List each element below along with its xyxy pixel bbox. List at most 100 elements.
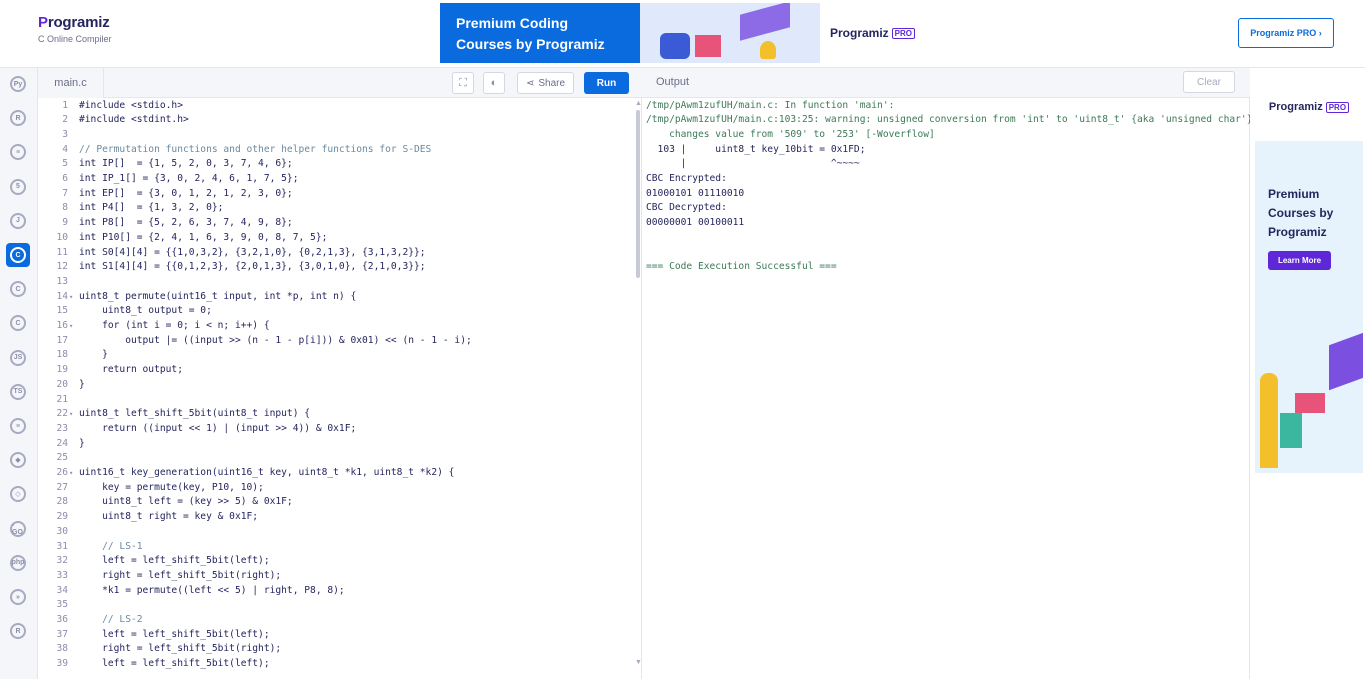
line-number: 1 <box>62 99 68 111</box>
code-line[interactable]: 19 return output; <box>38 363 633 378</box>
rust-icon[interactable]: R <box>6 619 30 643</box>
line-number: 28 <box>56 496 68 508</box>
scroll-up-icon[interactable]: ▲ <box>635 100 641 107</box>
code-line[interactable]: 11 int S0[4][4] = {{1,0,3,2}, {3,2,1,0}, … <box>38 246 633 261</box>
share-button[interactable]: ⋖ Share <box>517 72 574 94</box>
output-line: 00000001 00100011 <box>646 217 745 229</box>
typescript-icon[interactable]: TS <box>6 380 30 404</box>
top-bar: Programiz C Online Compiler Premium Codi… <box>0 0 1365 68</box>
code-line[interactable]: 15 uint8_t output = 0; <box>38 304 633 319</box>
code-line[interactable]: 22▾ uint8_t left_shift_5bit(uint8_t input… <box>38 407 633 422</box>
code-line[interactable]: 2 #include <stdint.h> <box>38 113 633 128</box>
r-icon[interactable]: R <box>6 106 30 130</box>
code-line[interactable]: 39 left = left_shift_5bit(left); <box>38 657 633 672</box>
code-line[interactable]: 17 output |= ((input >> (n - 1 - p[i])) … <box>38 334 633 349</box>
line-number: 17 <box>56 334 68 346</box>
run-button[interactable]: Run <box>584 72 629 94</box>
code-line[interactable]: 26▾ uint16_t key_generation(uint16_t key,… <box>38 466 633 481</box>
code-line[interactable]: 32 left = left_shift_5bit(left); <box>38 554 633 569</box>
scroll-down-icon[interactable]: ▼ <box>635 659 641 666</box>
code-line[interactable]: 30 <box>38 525 633 540</box>
sql-icon[interactable]: ≡ <box>6 140 30 164</box>
learn-more-button[interactable]: Learn More <box>1268 251 1331 270</box>
code-editor[interactable]: ▲ ▼ 1 #include <stdio.h> 2 #include <stdint… <box>38 98 642 679</box>
programiz-pro-button[interactable]: Programiz PRO › <box>1238 18 1334 48</box>
fold-icon[interactable]: ▾ <box>68 466 79 481</box>
code-line[interactable]: 21 <box>38 393 633 408</box>
html-icon[interactable]: 5 <box>6 175 30 199</box>
code-line[interactable]: 34 *k1 = permute((left << 5) | right, P8… <box>38 584 633 599</box>
fold-icon[interactable]: ▾ <box>68 407 79 422</box>
cpp-icon[interactable]: C <box>6 277 30 301</box>
fold-icon[interactable]: ▾ <box>68 290 79 305</box>
code-line[interactable]: 5 int IP[] = {1, 5, 2, 0, 3, 7, 4, 6}; <box>38 157 633 172</box>
line-number: 26 <box>56 467 68 478</box>
c-icon[interactable]: C <box>6 243 30 267</box>
php-icon[interactable]: php <box>6 551 30 575</box>
promo-banner[interactable]: Premium Coding Courses by Programiz Prog… <box>440 3 925 63</box>
go-icon[interactable]: -GO <box>6 517 30 541</box>
code-line[interactable]: 20} <box>38 378 633 393</box>
csharp2-icon[interactable]: ◇ <box>6 482 30 506</box>
code-line[interactable]: 18 } <box>38 348 633 363</box>
clear-button[interactable]: Clear <box>1183 71 1235 93</box>
code-line[interactable]: 12 int S1[4][4] = {{0,1,2,3}, {2,0,1,3}, … <box>38 260 633 275</box>
line-number: 35 <box>56 599 68 611</box>
code-text: right = left_shift_5bit(right); <box>79 569 282 581</box>
line-number: 23 <box>56 422 68 434</box>
code-line[interactable]: 6 int IP_1[] = {3, 0, 2, 4, 6, 1, 7, 5}; <box>38 172 633 187</box>
line-number: 37 <box>56 628 68 640</box>
code-line[interactable]: 7 int EP[] = {3, 0, 1, 2, 1, 2, 3, 0}; <box>38 187 633 202</box>
language-glyph: JS <box>10 349 26 366</box>
fullscreen-icon[interactable]: ⛶ <box>452 72 474 94</box>
code-line[interactable]: 8 int P4[] = {1, 3, 2, 0}; <box>38 201 633 216</box>
line-number: 34 <box>56 584 68 596</box>
code-line[interactable]: 38 right = left_shift_5bit(right); <box>38 642 633 657</box>
programiz-logo[interactable]: Programiz C Online Compiler <box>38 14 112 44</box>
code-line[interactable]: 23 return ((input << 1) | (input >> 4)) … <box>38 422 633 437</box>
code-line[interactable]: 33 right = left_shift_5bit(right); <box>38 569 633 584</box>
tab-main-c[interactable]: main.c <box>38 68 104 98</box>
code-line[interactable]: 28 uint8_t left = (key >> 5) & 0x1F; <box>38 495 633 510</box>
code-line[interactable]: 31 // LS-1 <box>38 540 633 555</box>
python-icon[interactable]: Py <box>6 72 30 96</box>
code-line[interactable]: 1 #include <stdio.h> <box>38 99 633 114</box>
code-line[interactable]: 36 // LS-2 <box>38 613 633 628</box>
code-line[interactable]: 25 <box>38 451 633 466</box>
line-number: 11 <box>56 246 68 258</box>
java-icon[interactable]: J <box>6 209 30 233</box>
banner-text: Premium Coding Courses by Programiz <box>456 15 605 52</box>
code-line[interactable]: 16▾ for (int i = 0; i < n; i++) { <box>38 319 633 334</box>
language-glyph: 5 <box>10 178 26 195</box>
language-glyph: R <box>10 623 26 640</box>
code-text: int S0[4][4] = {{1,0,3,2}, {3,2,1,0}, {0… <box>79 246 426 258</box>
fold-icon[interactable]: ▾ <box>68 319 79 334</box>
code-line[interactable]: 29 uint8_t right = key & 0x1F; <box>38 510 633 525</box>
language-glyph: R <box>10 110 26 127</box>
code-line[interactable]: 4 // Permutation functions and other help… <box>38 143 633 158</box>
dark-mode-icon[interactable]: ◐ <box>483 72 505 94</box>
code-line[interactable]: 13 <box>38 275 633 290</box>
right-ad[interactable]: Programiz PRO Premium Courses by Programi… <box>1250 68 1365 679</box>
code-line[interactable]: 14▾ uint8_t permute(uint16_t input, int *… <box>38 290 633 305</box>
code-text: } <box>79 437 85 449</box>
code-line[interactable]: 10 int P10[] = {2, 4, 1, 6, 3, 9, 0, 8, 7… <box>38 231 633 246</box>
code-line[interactable]: 3 <box>38 128 633 143</box>
csharp-icon[interactable]: C <box>6 311 30 335</box>
line-number: 24 <box>56 437 68 449</box>
code-line[interactable]: 24} <box>38 437 633 452</box>
ruby-icon[interactable]: ◆ <box>6 448 30 472</box>
output-line: changes value from '509' to '253' [-Wove… <box>646 128 935 140</box>
kotlin-icon[interactable]: ≡ <box>6 414 30 438</box>
ad-card[interactable]: Programiz PRO Premium Courses by Programi… <box>1255 73 1363 473</box>
ad-illustration <box>1329 330 1363 391</box>
code-line[interactable]: 35 <box>38 598 633 613</box>
code-line[interactable]: 9 int P8[] = {5, 2, 6, 3, 7, 4, 9, 8}; <box>38 216 633 231</box>
code-line[interactable]: 27 key = permute(key, P10, 10); <box>38 481 633 496</box>
javascript-icon[interactable]: JS <box>6 346 30 370</box>
code-text: for (int i = 0; i < n; i++) { <box>79 320 270 331</box>
editor-scrollbar[interactable] <box>636 110 640 278</box>
swift-icon[interactable]: » <box>6 585 30 609</box>
line-number: 13 <box>56 275 68 287</box>
code-line[interactable]: 37 left = left_shift_5bit(left); <box>38 628 633 643</box>
